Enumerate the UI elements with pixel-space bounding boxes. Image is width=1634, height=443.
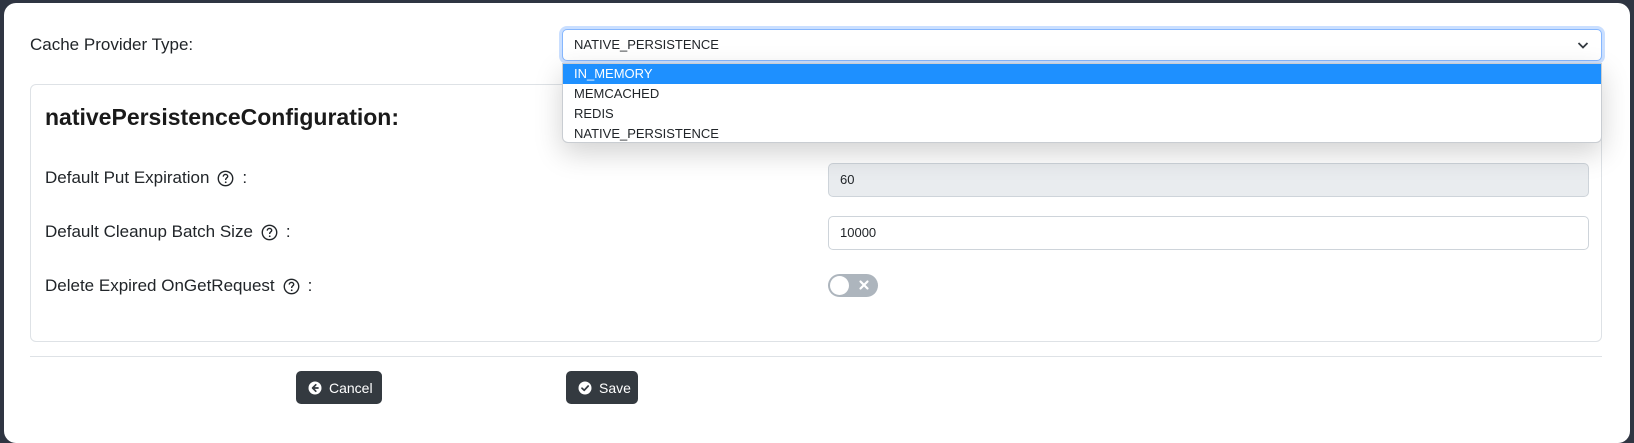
configuration-title: nativePersistenceConfiguration: <box>45 104 400 130</box>
field-colon: : <box>307 276 313 295</box>
toggle-knob <box>830 276 849 295</box>
option-redis[interactable]: REDIS <box>563 104 1601 124</box>
field-label-text: Default Put Expiration <box>45 168 210 187</box>
default-put-expiration-value: 60 <box>840 172 855 187</box>
question-circle-icon[interactable] <box>283 278 300 295</box>
cache-provider-label: Cache Provider Type: <box>30 35 194 54</box>
question-circle-icon[interactable] <box>261 224 278 241</box>
cancel-label: Cancel <box>329 379 373 396</box>
check-circle-icon <box>578 381 592 394</box>
footer-divider <box>30 356 1602 357</box>
option-in-memory[interactable]: IN_MEMORY <box>563 64 1601 84</box>
cache-provider-selected-value: NATIVE_PERSISTENCE <box>574 37 719 52</box>
cache-provider-select[interactable]: NATIVE_PERSISTENCE <box>562 29 1602 61</box>
save-button[interactable]: Save <box>566 371 638 404</box>
save-label: Save <box>599 379 631 396</box>
default-cleanup-batch-size-value: 10000 <box>840 225 877 240</box>
default-cleanup-batch-size-input[interactable]: 10000 <box>828 216 1589 250</box>
default-cleanup-batch-size-label: Default Cleanup Batch Size : <box>45 222 291 242</box>
cancel-button[interactable]: Cancel <box>296 371 382 404</box>
default-put-expiration-input[interactable]: 60 <box>828 163 1589 197</box>
default-put-expiration-label: Default Put Expiration : <box>45 168 247 188</box>
cache-provider-options-list: IN_MEMORY MEMCACHED REDIS NATIVE_PERSIST… <box>562 63 1602 143</box>
delete-expired-toggle[interactable] <box>828 274 878 297</box>
field-label-text: Default Cleanup Batch Size <box>45 222 253 241</box>
field-colon: : <box>242 168 248 187</box>
field-label-text: Delete Expired OnGetRequest <box>45 276 275 295</box>
chevron-down-icon <box>1577 42 1589 49</box>
option-native-persistence[interactable]: NATIVE_PERSISTENCE <box>563 124 1601 142</box>
arrow-left-circle-icon <box>308 381 322 394</box>
option-memcached[interactable]: MEMCACHED <box>563 84 1601 104</box>
delete-expired-ongetrequest-label: Delete Expired OnGetRequest : <box>45 276 312 296</box>
field-colon: : <box>285 222 291 241</box>
x-icon <box>859 280 869 290</box>
question-circle-icon[interactable] <box>217 170 234 187</box>
